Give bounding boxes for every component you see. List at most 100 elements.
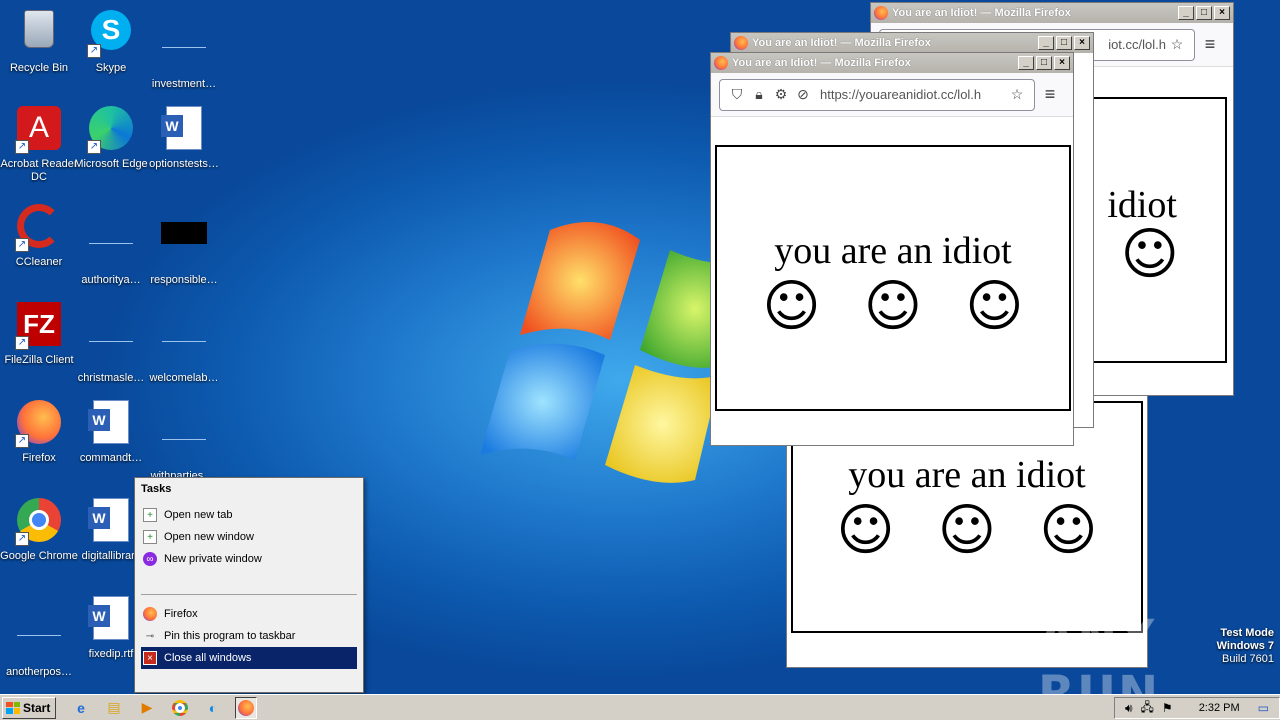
tracking-icon[interactable]: ⊘ — [792, 86, 814, 103]
bookmark-star-icon[interactable]: ☆ — [1166, 36, 1188, 53]
separator — [141, 594, 357, 595]
idiot-text: you are an idiot — [774, 230, 1012, 272]
shortcut-arrow-icon: ↗ — [87, 44, 101, 58]
word-doc-icon: W — [87, 498, 135, 546]
acrobat-icon: A ↗ — [15, 106, 63, 154]
desktop-icon-label: commandt… — [79, 452, 143, 464]
file-icon — [160, 418, 208, 466]
plus-icon: + — [143, 530, 157, 544]
smiley-icon: ☺ — [836, 498, 895, 563]
media-player-icon[interactable]: ▶ — [136, 697, 158, 719]
edge-icon: ↗ — [87, 106, 135, 154]
close-button[interactable]: × — [1054, 56, 1070, 70]
clock[interactable]: 2:32 PM — [1199, 702, 1240, 714]
desktop-icon[interactable]: ↗ Microsoft Edge — [72, 104, 150, 171]
desktop-icon-label: Google Chrome — [0, 550, 78, 562]
file-explorer-icon[interactable]: ▤ — [103, 697, 125, 719]
shortcut-arrow-icon: ↗ — [15, 140, 29, 154]
desktop-icon[interactable]: ↗ Google Chrome — [0, 496, 78, 563]
desktop-icon[interactable]: anotherpos… — [0, 594, 78, 679]
desktop-icon[interactable]: FZ ↗ FileZilla Client — [0, 300, 78, 367]
close-button[interactable]: × — [1074, 36, 1090, 50]
desktop-icon-label: Skype — [95, 62, 127, 74]
bookmark-star-icon[interactable]: ☆ — [1006, 86, 1028, 103]
hamburger-menu-icon[interactable]: ≡ — [1195, 34, 1225, 55]
task-open-new-tab[interactable]: + Open new tab — [135, 504, 363, 526]
desktop-icon[interactable]: Wcommandt… — [72, 398, 150, 465]
desktop-icon[interactable]: christmasle… — [72, 300, 150, 385]
desktop-icon[interactable]: ↗ Firefox — [0, 398, 78, 465]
file-icon — [87, 320, 135, 368]
nav-toolbar: ⛉ 🔒︎ ⚙ ⊘ https://youareanidiot.cc/lol.h … — [711, 73, 1073, 117]
smiley-icon: ☺ — [762, 274, 821, 339]
desktop-icon[interactable]: A ↗ Acrobat Reader DC — [0, 104, 78, 184]
firefox-icon — [734, 36, 748, 50]
permissions-icon[interactable]: ⚙ — [770, 86, 792, 103]
pin-to-taskbar[interactable]: ⊸ Pin this program to taskbar — [135, 625, 363, 647]
volume-icon[interactable]: 🔊︎ — [1125, 701, 1133, 716]
close-all-windows[interactable]: × Close all windows — [141, 647, 357, 669]
recycle-bin-icon — [15, 10, 63, 58]
network-icon[interactable]: 🖧 — [1141, 698, 1154, 719]
minimize-button[interactable]: _ — [1038, 36, 1054, 50]
close-window-icon: × — [143, 651, 157, 665]
internet-explorer-icon[interactable]: e — [70, 697, 92, 719]
jump-app-firefox[interactable]: Firefox — [135, 603, 363, 625]
desktop-icon[interactable]: authoritya… — [72, 202, 150, 287]
desktop-icon[interactable]: withparties.… — [145, 398, 223, 483]
desktop-icon[interactable]: S ↗ Skype — [72, 6, 150, 75]
skype-icon: S ↗ — [87, 10, 135, 58]
hamburger-menu-icon[interactable]: ≡ — [1035, 84, 1065, 105]
firefox-taskbar-button[interactable] — [235, 696, 257, 719]
test-mode-watermark: Test Mode Windows 7 Build 7601 — [1217, 627, 1274, 666]
chrome-icon[interactable] — [169, 697, 191, 719]
firefox-window-front[interactable]: You are an Idiot! — Mozilla Firefox _ □ … — [710, 52, 1074, 446]
action-center-flag-icon[interactable]: ⚑ — [1162, 701, 1173, 715]
desktop-icon-label: welcomelab… — [149, 372, 219, 384]
idiot-text: you are an idiot — [848, 454, 1086, 496]
chrome-icon: ↗ — [15, 498, 63, 546]
task-new-private-window[interactable]: ∞ New private window — [135, 548, 363, 570]
desktop-icon-label: Acrobat Reader DC — [0, 158, 78, 183]
close-button[interactable]: × — [1214, 6, 1230, 20]
window-titlebar[interactable]: You are an Idiot! — Mozilla Firefox _ □ … — [711, 53, 1073, 73]
filezilla-icon: FZ ↗ — [15, 302, 63, 350]
url-bar[interactable]: ⛉ 🔒︎ ⚙ ⊘ https://youareanidiot.cc/lol.h … — [719, 78, 1035, 111]
desktop-icon[interactable]: welcomelab… — [145, 300, 223, 385]
desktop-icon-label: anotherpos… — [5, 666, 73, 678]
minimize-button[interactable]: _ — [1018, 56, 1034, 70]
window-title: You are an Idiot! — Mozilla Firefox — [752, 37, 931, 49]
minimize-button[interactable]: _ — [1178, 6, 1194, 20]
desktop-icon[interactable]: Recycle Bin — [0, 6, 78, 75]
shortcut-arrow-icon: ↗ — [15, 532, 29, 546]
jump-list-heading: Tasks — [141, 483, 172, 495]
edge-icon[interactable]: ◐ — [202, 697, 224, 719]
window-title: You are an Idiot! — Mozilla Firefox — [892, 7, 1071, 19]
file-icon — [160, 320, 208, 368]
window-titlebar[interactable]: You are an Idiot! — Mozilla Firefox _ □ … — [731, 33, 1093, 53]
maximize-button[interactable]: □ — [1036, 56, 1052, 70]
show-desktop-icon[interactable]: ▭ — [1258, 701, 1269, 715]
desktop-icon-label: Firefox — [22, 452, 56, 464]
watermark-line3: Build 7601 — [1222, 653, 1274, 665]
firefox-icon: ↗ — [15, 400, 63, 448]
lock-icon[interactable]: 🔒︎ — [748, 86, 770, 103]
task-open-new-window[interactable]: + Open new window — [135, 526, 363, 548]
desktop-icon[interactable]: Woptionstests… — [145, 104, 223, 171]
desktop-icon-label: optionstests… — [149, 158, 219, 170]
desktop-icon[interactable]: responsible… — [145, 202, 223, 287]
maximize-button[interactable]: □ — [1056, 36, 1072, 50]
desktop-icon-label: Microsoft Edge — [74, 158, 148, 170]
firefox-icon — [714, 56, 728, 70]
watermark-line1: Test Mode — [1220, 627, 1274, 639]
shield-icon[interactable]: ⛉ — [726, 86, 748, 103]
desktop-icon-label: Recycle Bin — [9, 62, 69, 74]
start-button[interactable]: Start — [2, 696, 56, 719]
window-titlebar[interactable]: You are an Idiot! — Mozilla Firefox _ □ … — [871, 3, 1233, 23]
word-doc-icon: W — [160, 106, 208, 154]
maximize-button[interactable]: □ — [1196, 6, 1212, 20]
system-tray: 🔊︎ 🖧 ⚑ 2:32 PM ▭ — [1113, 697, 1280, 719]
desktop-icon-label: christmasle… — [77, 372, 145, 384]
desktop-icon[interactable]: investment… — [145, 6, 223, 91]
desktop-icon[interactable]: ↗ CCleaner — [0, 202, 78, 269]
